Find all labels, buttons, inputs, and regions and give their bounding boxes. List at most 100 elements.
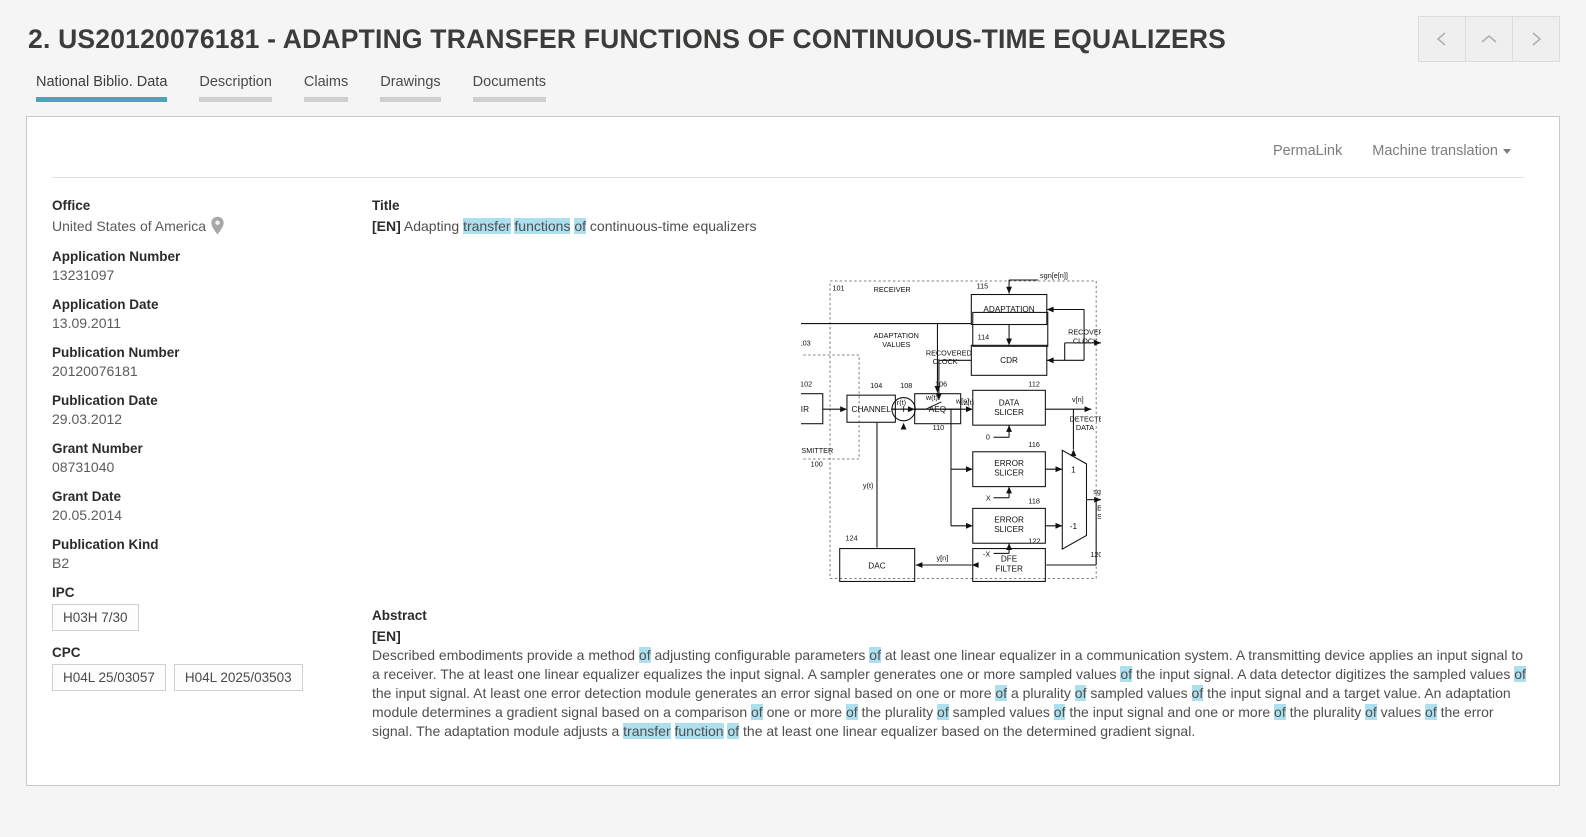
field-cpc: CPC H04L 25/03057 H04L 2025/03503 (52, 645, 372, 691)
search-term-highlight: transfer (463, 218, 511, 234)
mux-label-pos: 1 (1071, 466, 1076, 475)
search-term-highlight: of (995, 685, 1008, 701)
tab-underline (303, 97, 349, 102)
signal-sgn-e-right: sgn[e[n]] (1093, 487, 1101, 496)
block-label-aeq: AEQ (928, 405, 945, 414)
block-label-txfir: TXFIR (801, 405, 809, 414)
abstract-section-label: Abstract (372, 608, 427, 623)
record-card: PermaLink Machine translation Office Uni… (26, 116, 1560, 786)
biblio-fields: Office United States of America Applicat… (27, 198, 372, 741)
ref-103: 103 (801, 338, 811, 347)
signal-recovered-clock-1: RECOVERED (1068, 328, 1101, 337)
ref-104: 104 (870, 381, 882, 390)
patent-figure[interactable]: TXFIR CHANNEL AEQ ADAPTATION CDR DATA SL… (372, 270, 1529, 590)
field-label: Publication Date (52, 393, 158, 408)
ref-102: 102 (801, 379, 812, 388)
field-application-date: Application Date 13.09.2011 (52, 297, 372, 331)
title-rich-text: Adapting transfer functions of continuou… (400, 218, 757, 234)
signal-r-t: r(t) (896, 398, 905, 407)
title-section-label: Title (372, 198, 400, 213)
machine-translation-dropdown[interactable]: Machine translation (1372, 143, 1511, 159)
field-label: CPC (52, 645, 81, 660)
permalink-link[interactable]: PermaLink (1273, 143, 1342, 159)
field-label: Grant Number (52, 441, 143, 456)
field-value: 29.03.2012 (52, 411, 123, 427)
ref-108: 108 (900, 381, 912, 390)
patent-detail-page: 2. US20120076181 - ADAPTING TRANSFER FUN… (0, 0, 1586, 837)
ref-110: 110 (932, 423, 944, 432)
cpc-tag[interactable]: H04L 2025/03503 (173, 664, 303, 691)
ref-112: 112 (1028, 379, 1040, 388)
signal-detected-2: DATA (1075, 423, 1093, 432)
search-term-highlight: of (1053, 704, 1066, 720)
field-label: Grant Date (52, 489, 122, 504)
field-label: Publication Number (52, 345, 180, 360)
block-label-dfe-2: FILTER (995, 564, 1023, 573)
signal-y-n: y[n] (936, 554, 948, 563)
block-diagram-svg: TXFIR CHANNEL AEQ ADAPTATION CDR DATA SL… (800, 271, 1101, 582)
target-x: X (985, 494, 990, 503)
field-value: 08731040 (52, 459, 115, 475)
search-term-highlight: of (751, 704, 763, 720)
tab-drawings[interactable]: Drawings (372, 74, 448, 102)
up-record-button[interactable] (1465, 16, 1513, 62)
search-term-highlight: of (1514, 666, 1526, 682)
chevron-right-icon (1527, 29, 1545, 49)
ipc-tags: H03H 7/30 (52, 604, 372, 631)
signal-error-2: SIGNAL (1097, 512, 1101, 521)
block-label-error-slicer-2a: ERROR (994, 515, 1024, 524)
language-tag: [EN] (372, 218, 401, 234)
map-pin-icon (210, 216, 225, 235)
region-label-transmitter: TRANSMITTER (801, 446, 833, 455)
tab-documents[interactable]: Documents (465, 74, 554, 102)
signal-recovered-clock-3: RECOVERED (925, 348, 971, 357)
tab-label: Documents (472, 74, 547, 90)
previous-record-button[interactable] (1418, 16, 1466, 62)
signal-w-t: w(t) (924, 393, 937, 402)
signal-sgn-e-top: sgn[e[n]] (1040, 271, 1068, 280)
language-tag: [EN] (372, 628, 401, 644)
block-label-adaptation: ADAPTATION (983, 305, 1034, 314)
signal-adaptation-values-2: VALUES (882, 340, 910, 349)
tab-underline (380, 97, 441, 102)
ref-122: 122 (1028, 537, 1040, 546)
field-value: 13.09.2011 (52, 315, 122, 331)
region-label-receiver: RECEIVER (873, 285, 910, 294)
block-label-dac: DAC (868, 561, 885, 570)
signal-v-n: v[n] (1071, 395, 1083, 404)
search-term-highlight: of (1365, 704, 1377, 720)
title-text: [EN] Adapting transfer functions of cont… (372, 217, 1529, 236)
field-application-number: Application Number 13231097 (52, 249, 372, 283)
ref-120: 120 (1090, 550, 1101, 559)
search-term-highlight: of (869, 647, 881, 663)
card-toolbar: PermaLink Machine translation (27, 117, 1559, 159)
mux-label-neg: -1 (1069, 522, 1077, 531)
search-term-highlight: functions (514, 218, 571, 234)
field-publication-date: Publication Date 29.03.2012 (52, 393, 372, 427)
tab-claims[interactable]: Claims (296, 74, 356, 102)
chevron-up-icon (1478, 29, 1500, 49)
search-term-highlight: of (1074, 685, 1087, 701)
tab-description[interactable]: Description (191, 74, 280, 102)
chevron-left-icon (1433, 29, 1451, 49)
search-term-highlight: of (1120, 666, 1133, 682)
block-label-channel: CHANNEL (851, 405, 891, 414)
tab-national-biblio-data[interactable]: National Biblio. Data (28, 74, 175, 102)
field-label: Application Number (52, 249, 181, 264)
ipc-tag[interactable]: H03H 7/30 (52, 604, 139, 631)
search-term-highlight: of (1191, 685, 1204, 701)
search-term-highlight: of (1425, 704, 1437, 720)
machine-translation-label: Machine translation (1372, 143, 1498, 159)
search-term-highlight: transfer (623, 723, 671, 739)
block-label-error-slicer-2b: SLICER (994, 525, 1024, 534)
field-value: 13231097 (52, 267, 115, 283)
office-value: United States of America (52, 217, 207, 234)
abstract-section: Abstract [EN] Described embodiments prov… (372, 608, 1529, 741)
ref-115: 115 (976, 282, 988, 291)
field-label: Application Date (52, 297, 159, 312)
cpc-tags: H04L 25/03057 H04L 2025/03503 (52, 664, 372, 691)
ref-124: 124 (845, 533, 857, 542)
cpc-tag[interactable]: H04L 25/03057 (52, 664, 166, 691)
signal-detected-1: DETECTED (1069, 414, 1100, 423)
next-record-button[interactable] (1512, 16, 1560, 62)
